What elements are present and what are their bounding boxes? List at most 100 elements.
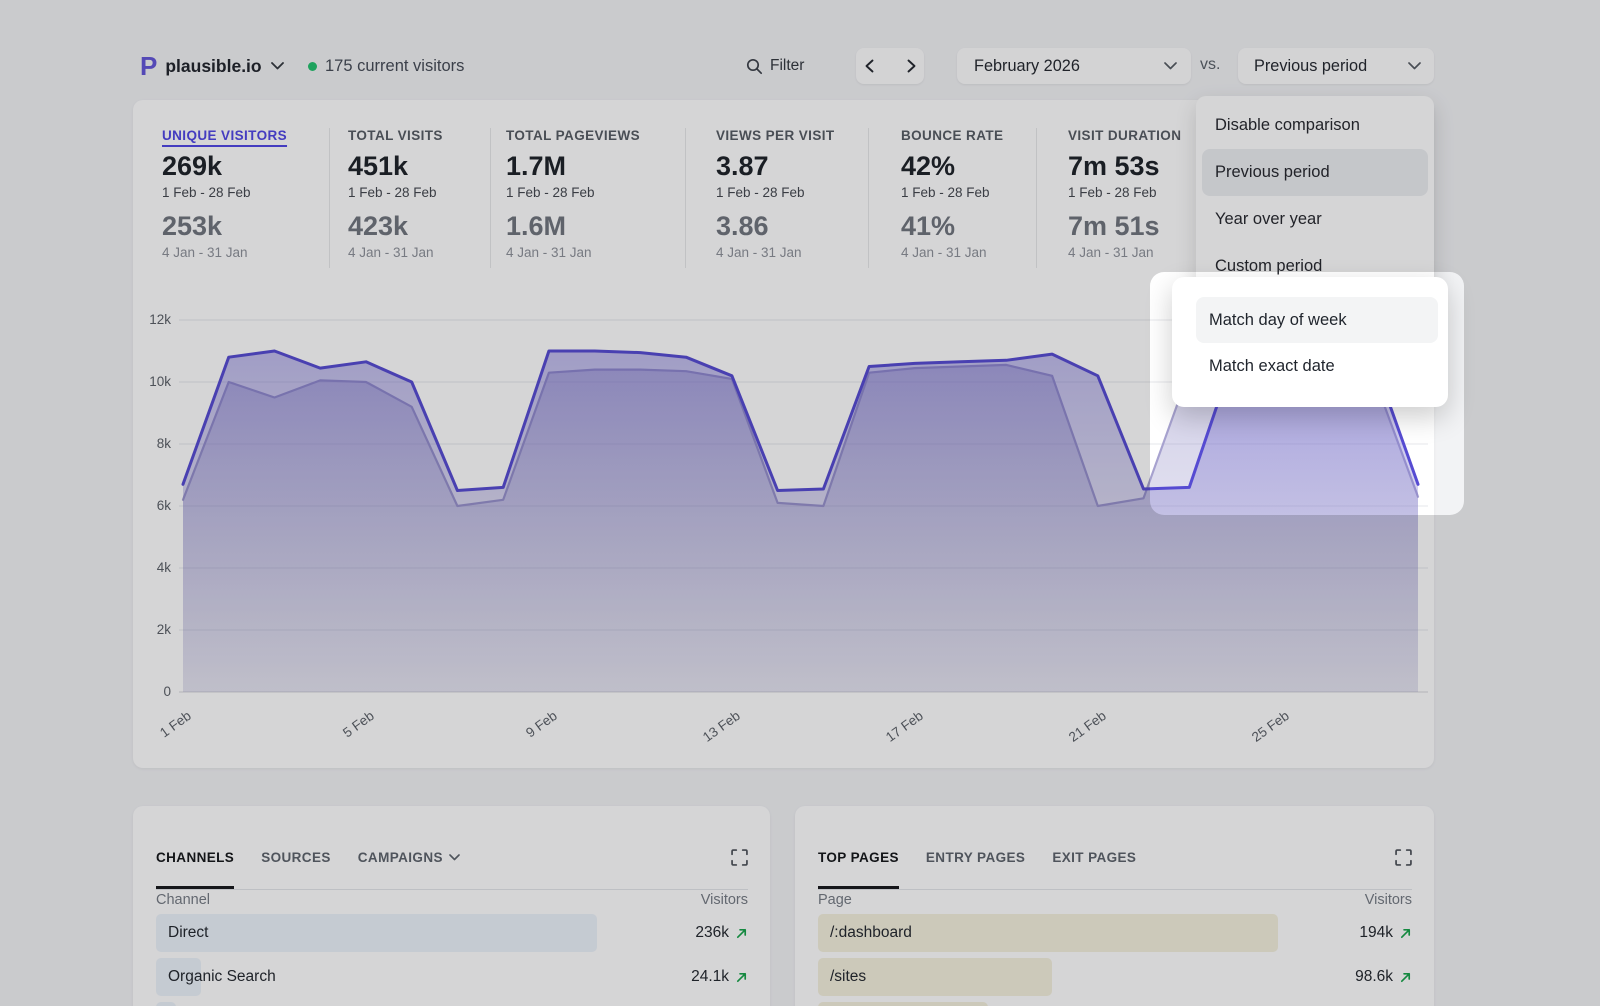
table-row[interactable]: /sites 98.6k xyxy=(818,958,1412,996)
x-tick: 1 Feb xyxy=(135,708,194,757)
x-tick: 5 Feb xyxy=(318,708,377,757)
date-range-selector[interactable]: February 2026 xyxy=(957,48,1191,84)
pages-table: /:dashboard 194k /sites 98.6k xyxy=(818,914,1412,1006)
comparison-selector[interactable]: Previous period xyxy=(1238,48,1434,84)
bar xyxy=(818,1002,988,1006)
row-label: /:dashboard xyxy=(818,924,912,942)
table-row[interactable]: Organic Search 24.1k xyxy=(156,958,748,996)
table-row[interactable]: Direct 236k xyxy=(156,914,748,952)
prev-period-arrow-icon[interactable] xyxy=(859,54,879,78)
y-tick: 6k xyxy=(119,498,171,513)
tab-top-pages[interactable]: TOP PAGES xyxy=(818,850,899,865)
row-label: /sites xyxy=(818,968,866,986)
comparison-submenu: Match day of week Match exact date xyxy=(1172,277,1448,407)
y-tick: 0 xyxy=(119,684,171,699)
stat-value: 3.87 xyxy=(716,150,835,182)
row-value: 24.1k xyxy=(691,968,729,986)
tab-entry-pages[interactable]: ENTRY PAGES xyxy=(926,850,1025,865)
submenu-item-match-exact-date[interactable]: Match exact date xyxy=(1196,343,1438,389)
live-dot-icon xyxy=(308,62,317,71)
tab-campaigns[interactable]: CAMPAIGNS xyxy=(358,850,460,865)
vs-label: vs. xyxy=(1200,56,1220,74)
comparison-menu: Disable comparison Previous period Year … xyxy=(1196,96,1434,296)
filter-button[interactable]: Filter xyxy=(746,52,804,80)
current-visitors-label: 175 current visitors xyxy=(325,57,464,76)
x-tick: 9 Feb xyxy=(501,708,560,757)
stat-total-pageviews[interactable]: TOTAL PAGEVIEWS 1.7M 1 Feb - 28 Feb 1.6M… xyxy=(506,128,640,260)
stat-period: 1 Feb - 28 Feb xyxy=(348,185,443,200)
stat-prev-period: 4 Jan - 31 Jan xyxy=(506,245,640,260)
stat-divider xyxy=(329,128,330,268)
menu-item-disable-comparison[interactable]: Disable comparison xyxy=(1202,102,1428,149)
table-row[interactable] xyxy=(818,1002,1412,1006)
stat-label: VIEWS PER VISIT xyxy=(716,128,835,143)
submenu-item-match-day-of-week[interactable]: Match day of week xyxy=(1196,297,1438,343)
stat-period: 1 Feb - 28 Feb xyxy=(1068,185,1181,200)
stat-divider xyxy=(490,128,491,268)
stat-value: 269k xyxy=(162,150,287,182)
next-period-arrow-icon[interactable] xyxy=(901,54,921,78)
stat-prev-value: 3.86 xyxy=(716,210,835,242)
plausible-logo-icon: P xyxy=(140,53,156,79)
date-nav-group xyxy=(856,48,924,84)
arrow-up-right-icon xyxy=(735,927,748,940)
row-label: Organic Search xyxy=(156,968,276,986)
tab-exit-pages[interactable]: EXIT PAGES xyxy=(1052,850,1136,865)
stat-value: 42% xyxy=(901,150,1003,182)
pages-card: TOP PAGES ENTRY PAGES EXIT PAGES Page Vi… xyxy=(795,806,1434,1006)
chevron-down-icon xyxy=(1408,62,1421,70)
stat-unique-visitors[interactable]: UNIQUE VISITORS 269k 1 Feb - 28 Feb 253k… xyxy=(162,128,287,260)
arrow-up-right-icon xyxy=(735,971,748,984)
stat-value: 7m 53s xyxy=(1068,150,1181,182)
stat-label: TOTAL PAGEVIEWS xyxy=(506,128,640,143)
arrow-up-right-icon xyxy=(1399,971,1412,984)
stat-bounce-rate[interactable]: BOUNCE RATE 42% 1 Feb - 28 Feb 41% 4 Jan… xyxy=(901,128,1003,260)
stat-label: TOTAL VISITS xyxy=(348,128,443,143)
chevron-down-icon xyxy=(271,62,284,70)
stat-prev-value: 7m 51s xyxy=(1068,210,1181,242)
y-tick: 12k xyxy=(119,312,171,327)
stat-label: VISIT DURATION xyxy=(1068,128,1181,143)
stat-value: 1.7M xyxy=(506,150,640,182)
table-row[interactable] xyxy=(156,1002,748,1006)
tab-channels[interactable]: CHANNELS xyxy=(156,850,234,865)
expand-icon[interactable] xyxy=(731,849,748,866)
row-value: 98.6k xyxy=(1355,968,1393,986)
pages-table-header: Page Visitors xyxy=(818,892,1412,908)
menu-item-previous-period[interactable]: Previous period xyxy=(1202,149,1428,196)
menu-item-year-over-year[interactable]: Year over year xyxy=(1202,196,1428,243)
tab-campaigns-label: CAMPAIGNS xyxy=(358,850,443,865)
filter-label: Filter xyxy=(770,57,804,75)
bar xyxy=(156,914,597,952)
column-visitors: Visitors xyxy=(701,892,748,908)
row-value: 194k xyxy=(1359,924,1393,942)
site-name: plausible.io xyxy=(165,56,261,77)
stat-views-per-visit[interactable]: VIEWS PER VISIT 3.87 1 Feb - 28 Feb 3.86… xyxy=(716,128,835,260)
stat-visit-duration[interactable]: VISIT DURATION 7m 53s 1 Feb - 28 Feb 7m … xyxy=(1068,128,1181,260)
stat-divider xyxy=(868,128,869,268)
stat-value: 451k xyxy=(348,150,443,182)
stat-total-visits[interactable]: TOTAL VISITS 451k 1 Feb - 28 Feb 423k 4 … xyxy=(348,128,443,260)
stat-divider xyxy=(685,128,686,268)
column-visitors: Visitors xyxy=(1365,892,1412,908)
stat-period: 1 Feb - 28 Feb xyxy=(162,185,287,200)
x-tick: 13 Feb xyxy=(684,708,743,757)
y-tick: 10k xyxy=(119,374,171,389)
site-switcher[interactable]: P plausible.io xyxy=(140,50,284,82)
current-visitors[interactable]: 175 current visitors xyxy=(308,52,464,80)
chevron-down-icon xyxy=(449,854,460,861)
stat-prev-period: 4 Jan - 31 Jan xyxy=(716,245,835,260)
pages-tabs: TOP PAGES ENTRY PAGES EXIT PAGES xyxy=(818,826,1412,890)
table-row[interactable]: /:dashboard 194k xyxy=(818,914,1412,952)
chevron-down-icon xyxy=(1164,62,1177,70)
stat-period: 1 Feb - 28 Feb xyxy=(506,185,640,200)
column-channel: Channel xyxy=(156,892,210,908)
stat-prev-period: 4 Jan - 31 Jan xyxy=(162,245,287,260)
y-tick: 4k xyxy=(119,560,171,575)
expand-icon[interactable] xyxy=(1395,849,1412,866)
tab-sources[interactable]: SOURCES xyxy=(261,850,331,865)
arrow-up-right-icon xyxy=(1399,927,1412,940)
y-tick: 2k xyxy=(119,622,171,637)
channels-card: CHANNELS SOURCES CAMPAIGNS Channel Visit… xyxy=(133,806,770,1006)
comparison-label: Previous period xyxy=(1254,57,1367,76)
